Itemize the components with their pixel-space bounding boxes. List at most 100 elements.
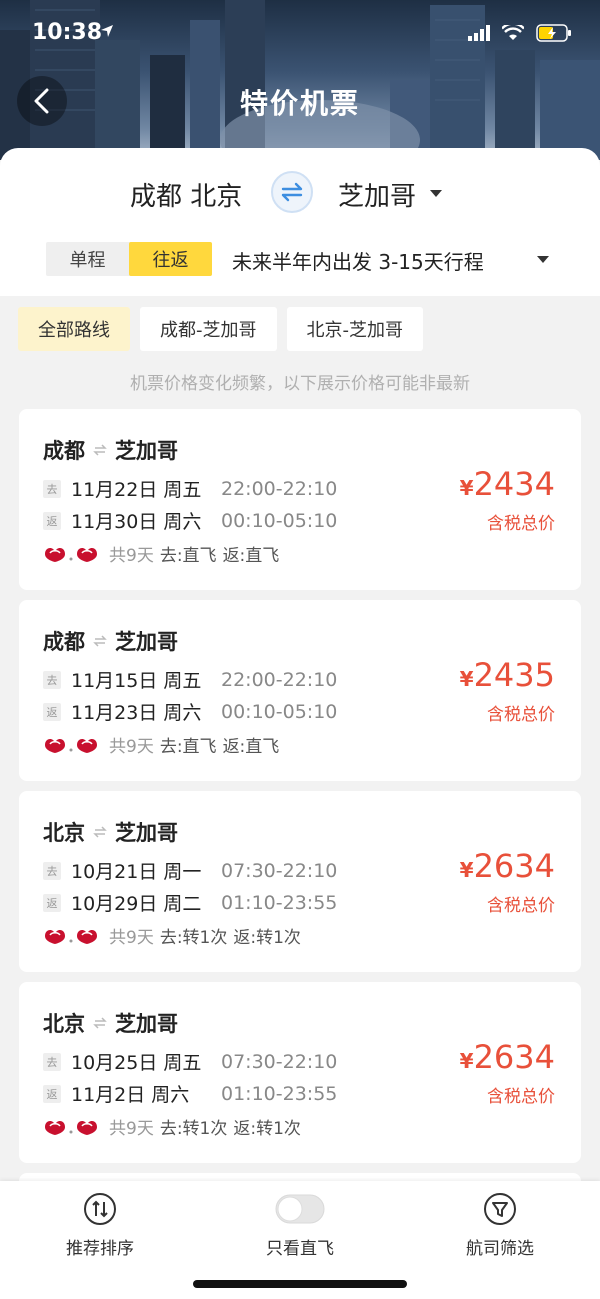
- return-date: 10月29日 周二: [71, 893, 202, 915]
- route-panel: 成都 北京 芝加哥 单程 往返 未来半年内出发 3-15天行程: [0, 148, 600, 296]
- flight-card[interactable]: 北京 芝加哥 去 10月21日 周一 07:30-22:10 返 10月29日 …: [19, 791, 581, 972]
- route-filter-chips: 全部路线 成都-芝加哥 北京-芝加哥: [18, 307, 423, 351]
- outbound-date: 10月25日 周五: [71, 1052, 202, 1074]
- trip-duration: 共9天: [109, 928, 154, 948]
- filter-icon: [484, 1193, 516, 1225]
- outbound-leg: 去 10月21日 周一 07:30-22:10: [43, 857, 337, 884]
- outbound-type: 去:转1次: [159, 1119, 228, 1139]
- card-footer: 共9天 去:直飞 返:直飞: [43, 732, 285, 757]
- flight-card[interactable]: 成都 芝加哥 去 11月15日 周五 22:00-22:10 返 11月23日 …: [19, 600, 581, 781]
- return-time: 00:10-05:10: [221, 509, 338, 532]
- swap-route-icon[interactable]: [270, 170, 314, 214]
- outbound-leg: 去 10月25日 周五 07:30-22:10: [43, 1048, 337, 1075]
- departure-cities[interactable]: 成都 北京: [130, 176, 242, 213]
- card-to-city: 芝加哥: [115, 1012, 178, 1036]
- return-time: 00:10-05:10: [221, 700, 338, 723]
- round-trip-option[interactable]: 往返: [129, 242, 212, 276]
- outbound-type: 去:转1次: [159, 928, 228, 948]
- sort-icon: [84, 1193, 116, 1225]
- destination-city[interactable]: 芝加哥: [338, 176, 416, 213]
- price-note: 含税总价: [487, 1087, 555, 1107]
- card-footer: 共9天 去:直飞 返:直飞: [43, 541, 285, 566]
- card-footer: 共9天 去:转1次 返:转1次: [43, 1114, 307, 1139]
- outbound-date: 11月22日 周五: [71, 479, 202, 501]
- trip-options-row: 单程 往返 未来半年内出发 3-15天行程: [0, 242, 600, 276]
- card-to-city: 芝加哥: [115, 439, 178, 463]
- card-route: 北京 芝加哥: [43, 817, 178, 847]
- return-date: 11月23日 周六: [71, 702, 202, 724]
- airline-logos: [43, 926, 103, 946]
- trip-duration: 共9天: [109, 737, 154, 757]
- return-type: 返:直飞: [222, 737, 280, 757]
- sort-button[interactable]: 推荐排序: [40, 1191, 160, 1259]
- return-type: 返:转1次: [233, 1119, 301, 1139]
- home-indicator: [193, 1280, 407, 1288]
- price: ¥2634: [460, 1038, 555, 1076]
- date-range-selector[interactable]: 未来半年内出发 3-15天行程: [232, 246, 484, 275]
- direct-only-toggle[interactable]: 只看直飞: [240, 1191, 360, 1259]
- outbound-time: 07:30-22:10: [221, 859, 338, 882]
- flight-card[interactable]: 成都 芝加哥 去 11月22日 周五 22:00-22:10 返 11月30日 …: [19, 409, 581, 590]
- flight-card[interactable]: 北京 芝加哥 去 10月25日 周五 07:30-22:10 返 11月2日 周…: [19, 982, 581, 1163]
- price-value: 2435: [473, 656, 555, 694]
- status-time: 10:38: [32, 20, 103, 45]
- cellular-signal-icon: [468, 25, 490, 41]
- trip-duration: 共9天: [109, 1119, 154, 1139]
- return-time: 01:10-23:55: [221, 1082, 338, 1105]
- outbound-time: 22:00-22:10: [221, 668, 338, 691]
- return-type: 返:转1次: [233, 928, 301, 948]
- trip-type-toggle: 单程 往返: [46, 242, 212, 276]
- direct-only-label: 只看直飞: [266, 1239, 334, 1259]
- round-trip-arrows-icon: [93, 1016, 107, 1030]
- return-leg: 返 11月23日 周六 00:10-05:10: [43, 698, 337, 725]
- outbound-leg: 去 11月22日 周五 22:00-22:10: [43, 475, 337, 502]
- outbound-tag: 去: [43, 479, 61, 498]
- outbound-time: 22:00-22:10: [221, 477, 338, 500]
- price: ¥2634: [460, 847, 555, 885]
- battery-charging-icon: [536, 24, 571, 42]
- outbound-tag: 去: [43, 1052, 61, 1071]
- chip-chengdu-chicago[interactable]: 成都-芝加哥: [140, 307, 277, 351]
- airline-logos: [43, 735, 103, 755]
- airline-logo-icon: [45, 1120, 97, 1135]
- card-from-city: 成都: [43, 439, 85, 463]
- card-route: 成都 芝加哥: [43, 626, 178, 656]
- outbound-leg: 去 11月15日 周五 22:00-22:10: [43, 666, 337, 693]
- caret-down-icon[interactable]: [537, 256, 549, 264]
- trip-duration: 共9天: [109, 546, 154, 566]
- currency-symbol: ¥: [459, 476, 474, 500]
- caret-down-icon[interactable]: [430, 190, 442, 198]
- card-to-city: 芝加哥: [115, 821, 178, 845]
- location-arrow-icon: [101, 25, 113, 37]
- outbound-tag: 去: [43, 670, 61, 689]
- outbound-tag: 去: [43, 861, 61, 880]
- flight-deals-screen: 10:38 特价机票 成都 北京 芝加哥 单程 往返 未来半年内出发 3-15天…: [0, 0, 600, 1299]
- sort-label: 推荐排序: [66, 1239, 134, 1259]
- outbound-type: 去:直飞: [159, 737, 217, 757]
- return-leg: 返 11月2日 周六 01:10-23:55: [43, 1080, 337, 1107]
- chip-beijing-chicago[interactable]: 北京-芝加哥: [286, 307, 423, 351]
- card-from-city: 北京: [43, 821, 85, 845]
- airline-filter-button[interactable]: 航司筛选: [440, 1191, 560, 1259]
- card-route: 北京 芝加哥: [43, 1008, 178, 1038]
- airline-logos: [43, 544, 103, 564]
- one-way-option[interactable]: 单程: [46, 242, 129, 276]
- airline-logo-icon: [45, 547, 97, 562]
- price: ¥2434: [460, 465, 555, 503]
- round-trip-arrows-icon: [93, 443, 107, 457]
- currency-symbol: ¥: [459, 667, 474, 691]
- outbound-date: 11月15日 周五: [71, 670, 202, 692]
- card-from-city: 北京: [43, 1012, 85, 1036]
- page-title: 特价机票: [239, 87, 360, 120]
- outbound-type: 去:直飞: [159, 546, 217, 566]
- return-leg: 返 11月30日 周六 00:10-05:10: [43, 507, 337, 534]
- price-note: 含税总价: [487, 705, 555, 725]
- status-bar: 10:38: [0, 0, 600, 70]
- chip-all-routes[interactable]: 全部路线: [18, 307, 130, 351]
- price-value: 2434: [473, 465, 555, 503]
- return-tag: 返: [43, 511, 61, 530]
- round-trip-arrows-icon: [93, 825, 107, 839]
- airline-filter-label: 航司筛选: [466, 1239, 534, 1259]
- return-type: 返:直飞: [222, 546, 280, 566]
- price-notice: 机票价格变化频繁，以下展示价格可能非最新: [130, 374, 470, 394]
